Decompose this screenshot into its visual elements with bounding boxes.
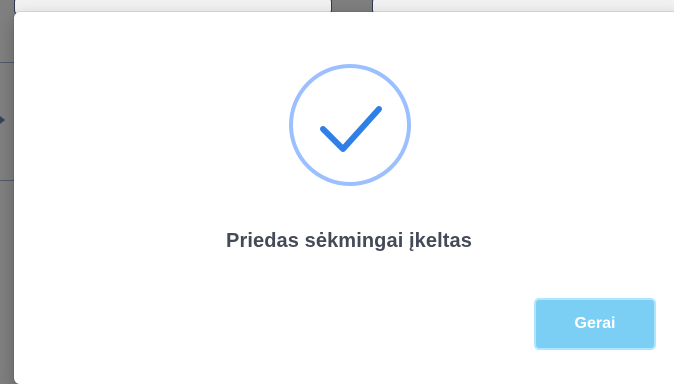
background-left-divider [0, 62, 14, 63]
background-left-divider [0, 180, 14, 181]
success-icon-wrap [289, 64, 411, 186]
ok-button[interactable]: Gerai [534, 298, 656, 350]
success-modal: Priedas sėkmingai įkeltas Gerai [14, 12, 674, 384]
success-message: Priedas sėkmingai įkeltas [226, 230, 472, 252]
success-check-icon [320, 106, 382, 152]
background-left-panel [0, 10, 14, 374]
background-left-arrow-icon [0, 116, 5, 124]
